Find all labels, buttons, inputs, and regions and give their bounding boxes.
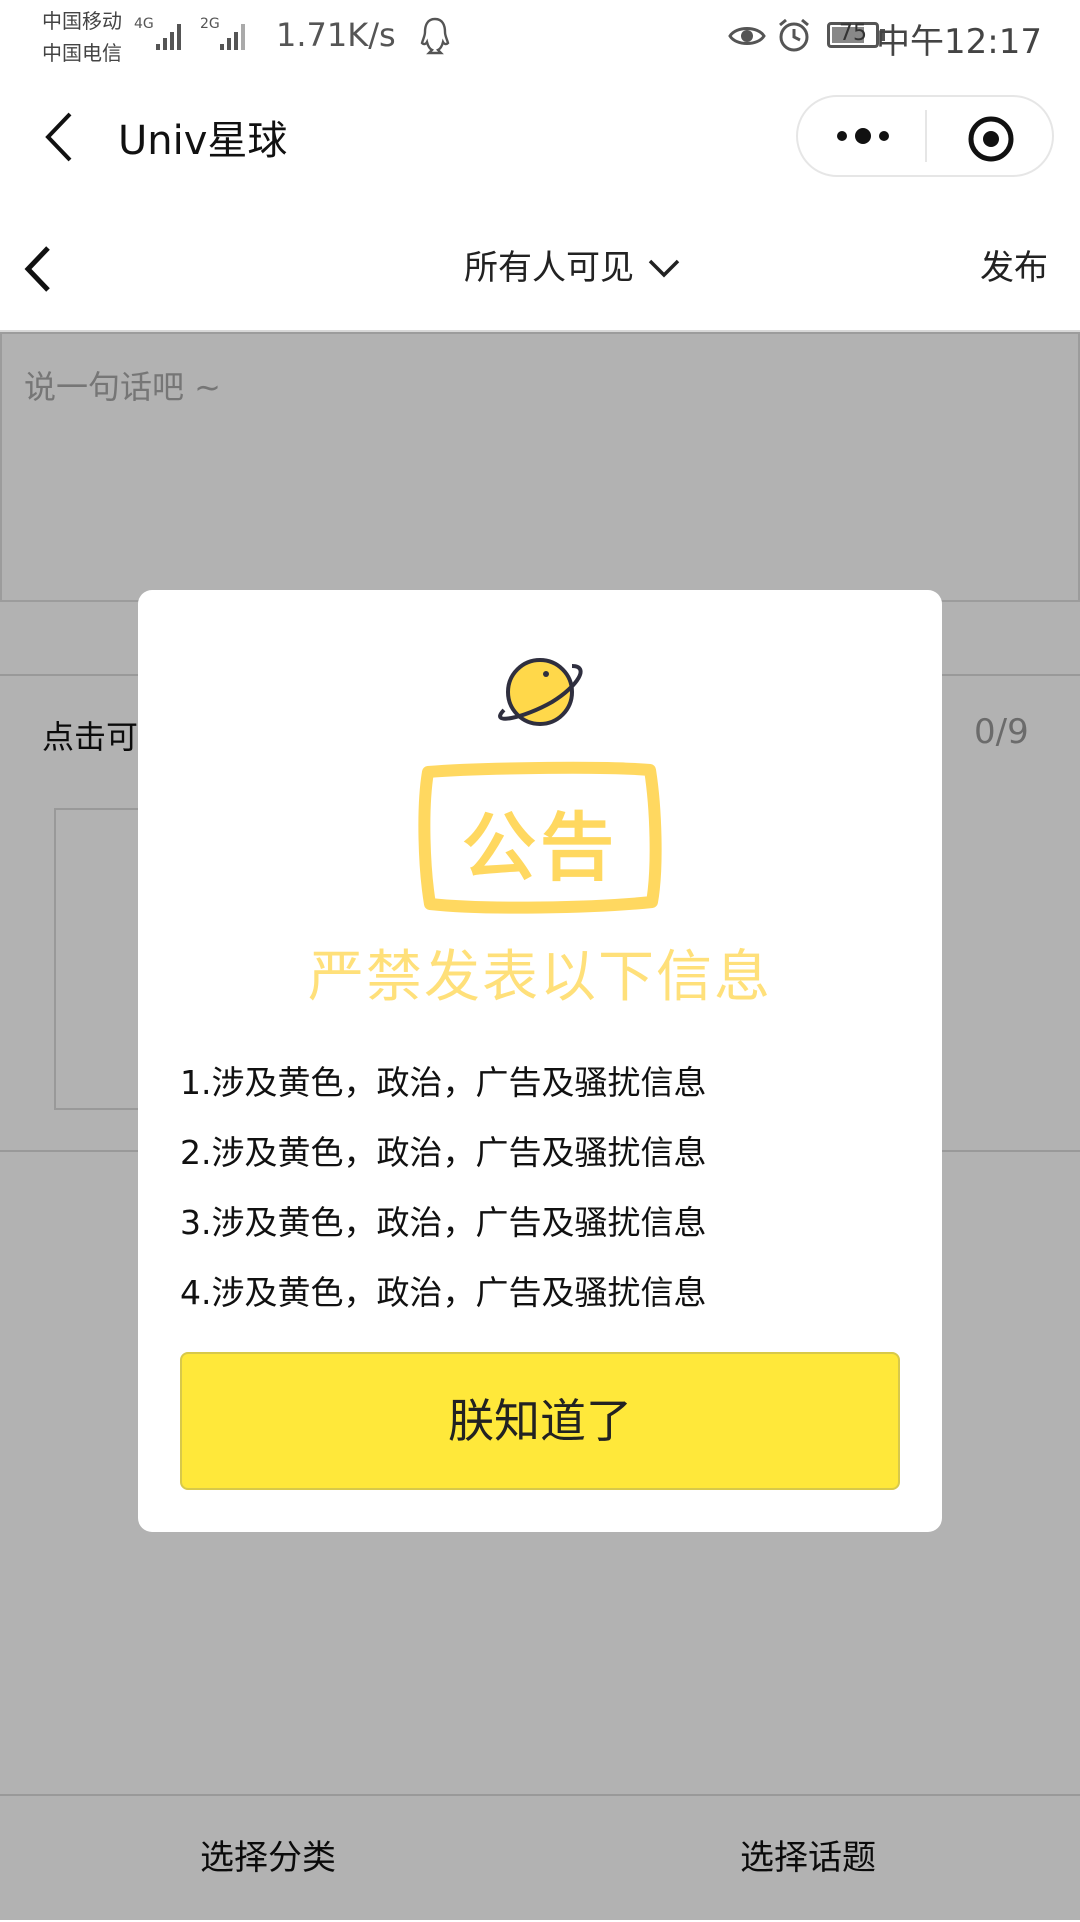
chevron-down-icon[interactable]: [646, 256, 682, 280]
alarm-icon: [779, 18, 809, 52]
dialog-subtitle: 严禁发表以下信息: [308, 945, 772, 1010]
battery-icon: 75: [827, 21, 879, 48]
rule-item: 4.涉及黄色，政治，广告及骚扰信息: [180, 1273, 707, 1312]
qq-icon: [420, 17, 450, 55]
back-icon[interactable]: [40, 110, 80, 164]
stamp-text: 公告: [462, 805, 618, 891]
close-target-icon[interactable]: [966, 114, 1016, 164]
editor-back-icon[interactable]: [18, 244, 58, 294]
network-type-2: 2G: [200, 16, 220, 32]
visibility-selector[interactable]: 所有人可见: [464, 240, 634, 289]
clock: 中午12:17: [876, 22, 1042, 62]
rule-item: 1.涉及黄色，政治，广告及骚扰信息: [180, 1063, 707, 1102]
status-bar: 中国移动 中国电信 4G 2G 1.71K/s 75 中午12:17: [0, 0, 1080, 75]
confirm-button[interactable]: 朕知道了: [180, 1352, 900, 1490]
network-type-1: 4G: [134, 16, 154, 32]
planet-logo-icon: [498, 658, 583, 726]
publish-button[interactable]: 发布: [980, 240, 1048, 289]
carrier-2: 中国电信: [42, 41, 122, 65]
rule-item: 3.涉及黄色，政治，广告及骚扰信息: [180, 1203, 707, 1242]
more-icon[interactable]: [832, 124, 894, 148]
page-title: Univ星球: [118, 118, 288, 164]
carrier-1: 中国移动: [42, 9, 122, 33]
network-speed: 1.71K/s: [276, 16, 396, 54]
signal-icon: 4G 2G: [134, 16, 245, 50]
capsule-divider: [925, 110, 927, 162]
rule-item: 2.涉及黄色，政治，广告及骚扰信息: [180, 1133, 707, 1172]
battery-level: 75: [839, 21, 867, 46]
eye-icon: [728, 27, 766, 45]
